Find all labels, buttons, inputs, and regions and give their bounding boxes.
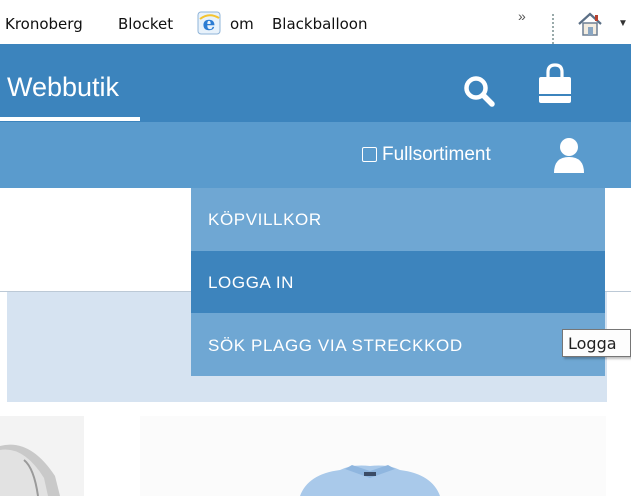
site-header: Webbutik xyxy=(0,44,631,122)
shirt-image xyxy=(300,465,440,496)
brand-webbutik[interactable]: Webbutik xyxy=(7,72,119,103)
menu-item-logga-in[interactable]: LOGGA IN xyxy=(191,251,605,313)
fullsortiment-label[interactable]: Fullsortiment xyxy=(382,144,491,166)
favorites-bar: Kronoberg Blocket e om Blackballoon » ▼ xyxy=(0,0,631,44)
account-dropdown-menu: KÖPVILLKOR LOGGA IN SÖK PLAGG VIA STRECK… xyxy=(191,188,605,376)
product-image-left[interactable] xyxy=(0,416,84,496)
home-icon[interactable] xyxy=(576,10,604,38)
menu-item-sok-plagg-via-streckkod[interactable]: SÖK PLAGG VIA STRECKKOD xyxy=(191,314,605,376)
favorite-link-om[interactable]: om xyxy=(230,15,254,33)
tooltip-text: Logga xyxy=(568,334,617,353)
fullsortiment-checkbox[interactable] xyxy=(362,147,377,162)
ie-icon: e xyxy=(197,11,221,35)
user-icon[interactable] xyxy=(552,136,586,174)
tooltip: Logga xyxy=(562,329,631,357)
active-nav-underline xyxy=(0,117,140,121)
menu-item-label: LOGGA IN xyxy=(208,273,295,292)
menu-item-kopvillkor[interactable]: KÖPVILLKOR xyxy=(191,188,605,250)
search-icon[interactable] xyxy=(462,74,496,108)
favorite-link-kronoberg[interactable]: Kronoberg xyxy=(5,15,83,33)
favorite-link-blackballoon[interactable]: Blackballoon xyxy=(272,15,368,33)
menu-item-label: KÖPVILLKOR xyxy=(208,210,322,229)
favorite-link-blocket[interactable]: Blocket xyxy=(118,15,173,33)
sub-bar: Fullsortiment xyxy=(0,122,631,188)
portrait-image xyxy=(0,444,60,496)
menu-item-label: SÖK PLAGG VIA STRECKKOD xyxy=(208,336,463,355)
shopping-bag-icon[interactable] xyxy=(535,62,575,106)
toolbar-separator xyxy=(552,14,554,44)
chevron-down-icon[interactable]: ▼ xyxy=(618,18,628,29)
product-image-right[interactable] xyxy=(140,416,606,496)
chevron-double-right-icon[interactable]: » xyxy=(518,8,526,24)
